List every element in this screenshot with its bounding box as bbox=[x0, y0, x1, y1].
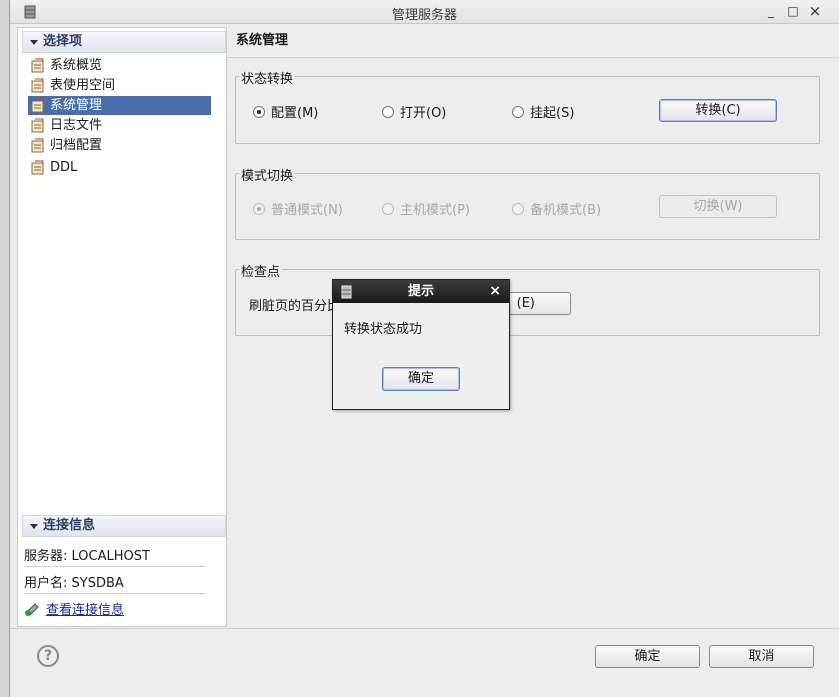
view-connection-link[interactable]: 查看连接信息 bbox=[46, 603, 124, 618]
prompt-dialog: 提示 × 转换状态成功 确定 bbox=[332, 279, 510, 410]
radio-unchecked-icon[interactable] bbox=[512, 203, 524, 215]
collapse-triangle-icon[interactable] bbox=[30, 524, 38, 529]
left-pane: 选择项 系统概览 表使用空间 系统管理 日志文件 归档配置 DDL 连接信息 服… bbox=[17, 27, 233, 627]
settings-doc-icon bbox=[31, 98, 44, 113]
nav-item-ddl[interactable]: DDL bbox=[28, 158, 211, 177]
radio-label: 挂起(S) bbox=[530, 106, 575, 121]
connection-icon bbox=[25, 603, 39, 616]
radio-label: 主机模式(P) bbox=[400, 203, 470, 218]
view-connection-row: 查看连接信息 bbox=[24, 599, 204, 618]
help-icon[interactable]: ? bbox=[37, 645, 59, 667]
cancel-button[interactable]: 取消 bbox=[709, 645, 814, 668]
radio-suspend[interactable]: 挂起(S) bbox=[512, 102, 575, 121]
nav-item-label: 归档配置 bbox=[50, 138, 103, 153]
close-button[interactable]: × bbox=[807, 3, 823, 19]
convert-button[interactable]: 转换(C) bbox=[659, 99, 777, 122]
nav-item-table-space[interactable]: 表使用空间 bbox=[28, 76, 211, 95]
ok-button[interactable]: 确定 bbox=[595, 645, 700, 668]
mode-group-label: 模式切换 bbox=[239, 165, 296, 184]
checkpoint-group: 检查点 刷脏页的百分比 (E) bbox=[235, 261, 820, 336]
radio-label: 备机模式(B) bbox=[530, 203, 602, 218]
select-section-header[interactable]: 选择项 bbox=[22, 31, 226, 53]
dialog-message: 转换状态成功 bbox=[344, 322, 423, 337]
nav-item-system-management[interactable]: 系统管理 bbox=[28, 96, 211, 115]
window-title: 管理服务器 bbox=[391, 8, 457, 23]
page-title: 系统管理 bbox=[236, 33, 289, 48]
radio-unchecked-icon[interactable] bbox=[512, 106, 524, 118]
nav-item-label: 系统概览 bbox=[50, 58, 103, 73]
radio-label: 配置(M) bbox=[271, 106, 319, 121]
dirty-page-text: 刷脏页的百分比 bbox=[249, 299, 341, 314]
connection-section-header[interactable]: 连接信息 bbox=[22, 515, 226, 537]
settings-doc-icon bbox=[31, 160, 44, 175]
dialog-title: 提示 bbox=[407, 284, 434, 299]
nav-item-label: DDL bbox=[50, 160, 78, 175]
radio-open[interactable]: 打开(O) bbox=[382, 102, 447, 121]
radio-unchecked-icon[interactable] bbox=[382, 203, 394, 215]
divider bbox=[24, 566, 206, 567]
radio-normal-mode[interactable]: 普通模式(N) bbox=[253, 199, 343, 218]
select-section-label: 选择项 bbox=[43, 34, 83, 49]
radio-checked-icon[interactable] bbox=[253, 203, 265, 215]
maximize-button[interactable]: □ bbox=[785, 3, 801, 19]
user-info: 用户名: SYSDBA bbox=[24, 576, 124, 591]
nav-item-label: 日志文件 bbox=[50, 118, 103, 133]
radio-config[interactable]: 配置(M) bbox=[253, 102, 319, 121]
radio-primary-mode[interactable]: 主机模式(P) bbox=[382, 199, 470, 218]
settings-doc-icon bbox=[31, 58, 44, 73]
dialog-title-bar[interactable]: 提示 × bbox=[333, 280, 509, 303]
radio-label: 普通模式(N) bbox=[271, 203, 343, 218]
settings-doc-icon bbox=[31, 78, 44, 93]
settings-doc-icon bbox=[31, 118, 44, 133]
collapse-triangle-icon[interactable] bbox=[30, 40, 38, 45]
radio-checked-icon[interactable] bbox=[253, 106, 265, 118]
divider bbox=[24, 593, 206, 594]
mode-switch-group: 模式切换 普通模式(N) 主机模式(P) 备机模式(B) 切换(W) bbox=[235, 165, 820, 240]
nav-item-label: 系统管理 bbox=[50, 98, 103, 113]
right-pane: 系统管理 状态转换 配置(M) 打开(O) 挂起(S) 转换(C) 模式切换 普… bbox=[226, 27, 839, 627]
nav-item-label: 表使用空间 bbox=[50, 78, 116, 93]
title-bar[interactable]: 管理服务器 _ □ × bbox=[10, 0, 839, 24]
checkpoint-group-label: 检查点 bbox=[239, 261, 283, 280]
server-info: 服务器: LOCALHOST bbox=[24, 549, 150, 564]
bottom-bar: ? 确定 取消 bbox=[10, 628, 839, 690]
settings-doc-icon bbox=[31, 138, 44, 153]
radio-standby-mode[interactable]: 备机模式(B) bbox=[512, 199, 602, 218]
nav-item-log-files[interactable]: 日志文件 bbox=[28, 116, 211, 135]
radio-unchecked-icon[interactable] bbox=[382, 106, 394, 118]
switch-button[interactable]: 切换(W) bbox=[659, 195, 777, 218]
title-divider bbox=[227, 57, 839, 58]
dialog-ok-button[interactable]: 确定 bbox=[382, 367, 460, 391]
connection-section-label: 连接信息 bbox=[43, 518, 96, 533]
radio-label: 打开(O) bbox=[400, 106, 447, 121]
nav-item-archive-config[interactable]: 归档配置 bbox=[28, 136, 211, 155]
state-conversion-group: 状态转换 配置(M) 打开(O) 挂起(S) 转换(C) bbox=[235, 68, 820, 144]
database-icon bbox=[341, 285, 352, 299]
dialog-close-icon[interactable]: × bbox=[489, 280, 501, 303]
minimize-button[interactable]: _ bbox=[763, 3, 779, 19]
nav-item-overview[interactable]: 系统概览 bbox=[28, 56, 211, 75]
state-group-label: 状态转换 bbox=[239, 68, 296, 87]
